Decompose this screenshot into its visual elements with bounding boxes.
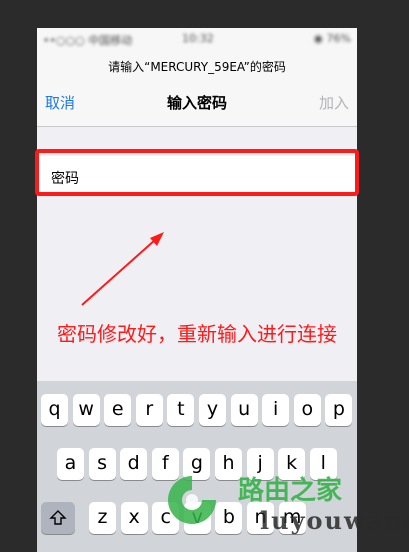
annotation-highlight-box xyxy=(35,149,359,196)
key-r[interactable]: r xyxy=(135,394,163,426)
key-q[interactable]: q xyxy=(41,394,68,426)
key-k[interactable]: k xyxy=(278,448,306,480)
key-m[interactable]: m xyxy=(278,502,306,534)
key-x[interactable]: x xyxy=(120,502,148,534)
key-c[interactable]: c xyxy=(152,502,180,534)
key-j[interactable]: j xyxy=(246,448,274,480)
key-s[interactable]: s xyxy=(88,448,116,480)
keyboard: qwertyuiop asdfghjkl zxcvbnm xyxy=(37,381,357,552)
key-p[interactable]: p xyxy=(325,394,353,426)
wifi-password-navbar: 请输入“MERCURY_59EA”的密码 取消 输入密码 加入 xyxy=(37,48,357,127)
page-title: 输入密码 xyxy=(166,94,227,112)
key-n[interactable]: n xyxy=(247,502,274,534)
key-i[interactable]: i xyxy=(262,394,290,426)
status-time: 10:32 xyxy=(182,32,214,45)
key-t[interactable]: t xyxy=(167,394,195,426)
key-l[interactable]: l xyxy=(309,448,337,480)
shift-arrow-icon xyxy=(49,510,67,525)
password-prompt: 请输入“MERCURY_59EA”的密码 xyxy=(108,60,286,74)
key-a[interactable]: a xyxy=(57,448,84,480)
key-w[interactable]: w xyxy=(72,394,100,426)
key-e[interactable]: e xyxy=(104,394,132,426)
key-o[interactable]: o xyxy=(293,394,321,426)
shift-key[interactable] xyxy=(41,502,75,534)
key-u[interactable]: u xyxy=(230,394,258,426)
carrier-label: ••○○○ 中国移动 xyxy=(43,34,133,47)
key-z[interactable]: z xyxy=(89,502,116,534)
key-d[interactable]: d xyxy=(120,448,148,480)
key-h[interactable]: h xyxy=(215,448,242,480)
status-bar: ••○○○ 中国移动 10:32 ◉ 76% xyxy=(37,28,357,48)
battery-indicator: ◉ 76% xyxy=(313,32,351,45)
key-f[interactable]: f xyxy=(151,448,179,480)
key-g[interactable]: g xyxy=(183,448,211,480)
key-v[interactable]: v xyxy=(183,502,211,534)
annotation-text: 密码修改好，重新输入进行连接 xyxy=(57,322,337,346)
join-button[interactable]: 加入 xyxy=(319,92,349,113)
key-b[interactable]: b xyxy=(215,502,243,534)
key-y[interactable]: y xyxy=(199,394,226,426)
